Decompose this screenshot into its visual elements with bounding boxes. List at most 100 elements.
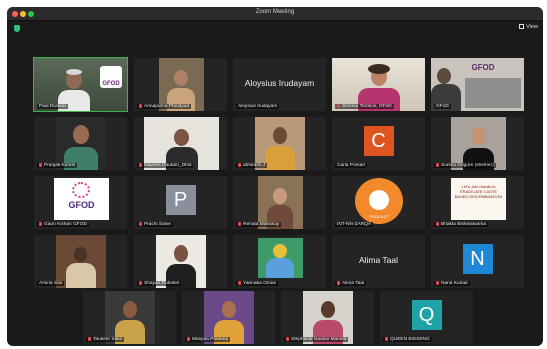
participant-head bbox=[174, 129, 189, 146]
video-tile[interactable]: Yannaba Oman bbox=[233, 235, 326, 288]
video-tile[interactable]: Aloysius Irudayam Aloysius Irudayam bbox=[233, 58, 326, 111]
participant-name: Bhakta Bishwakarma bbox=[441, 222, 487, 227]
video-tile[interactable]: C Carla Pomarl bbox=[332, 117, 425, 170]
muted-mic-icon bbox=[88, 337, 91, 341]
campaign-poster-text: Let's Join Hands to ERADICATE CASTE BASE… bbox=[454, 184, 503, 199]
participant-name: Carla Pomarl bbox=[337, 163, 365, 168]
video-tile[interactable]: Alima Taal Alima Taal bbox=[332, 235, 425, 288]
participant-name: INT-NN-ZARQA bbox=[337, 222, 372, 227]
participant-body bbox=[265, 146, 295, 170]
participant-name: Sunina Grigore (she/her) bbox=[441, 163, 494, 168]
muted-mic-icon bbox=[139, 281, 142, 285]
participant-name: Amina Sali bbox=[39, 281, 62, 286]
video-tile[interactable]: N Nand Kumar bbox=[431, 235, 524, 288]
participant-hair bbox=[66, 69, 82, 75]
gfod-logo: GFOD bbox=[100, 66, 122, 88]
participant-name: Simona Torotcoi, GFoD bbox=[342, 104, 392, 109]
participant-head bbox=[321, 301, 335, 318]
participant-head bbox=[123, 301, 137, 318]
window-title: Zoom Meeting bbox=[255, 9, 295, 15]
participant-name: Renata Mahasay bbox=[243, 222, 280, 227]
participant-name: QUEEN BISSENG bbox=[390, 337, 430, 342]
participant-video: GFOD bbox=[54, 178, 109, 220]
muted-mic-icon bbox=[385, 337, 388, 341]
video-tile[interactable]: Annapurna Pfaridyud bbox=[134, 58, 227, 111]
video-tile[interactable]: Sunina Grigore (she/her) bbox=[431, 117, 524, 170]
participant-head bbox=[471, 127, 486, 145]
video-tile[interactable]: Manjula Pradeep bbox=[182, 291, 275, 344]
participant-body bbox=[66, 263, 96, 288]
muted-mic-icon bbox=[187, 337, 190, 341]
participant-name: abhirami J bbox=[243, 163, 266, 168]
participant-name-display: Aloysius Irudayam bbox=[244, 78, 315, 88]
participant-head bbox=[73, 125, 89, 144]
participant-name: Yannaba Oman bbox=[243, 281, 277, 286]
muted-mic-icon bbox=[337, 281, 340, 285]
video-tile[interactable]: Amina Sali bbox=[34, 235, 127, 288]
participant-name: Paul Divakar bbox=[39, 104, 67, 109]
participant-hair bbox=[368, 64, 390, 74]
participant-name: Gaon Kishan GFOD bbox=[44, 222, 87, 227]
muted-mic-icon bbox=[238, 222, 241, 226]
muted-mic-icon bbox=[39, 163, 42, 167]
video-tile[interactable]: Renata Mahasay bbox=[233, 176, 326, 229]
video-tile[interactable]: Naveen Gautam_Dhol bbox=[134, 117, 227, 170]
participant-video: Let's Join Hands to ERADICATE CASTE BASE… bbox=[451, 178, 506, 220]
video-tile[interactable]: Pranjali Kureel bbox=[34, 117, 127, 170]
video-tile[interactable]: Stéphanie Nadine Mamba bbox=[281, 291, 374, 344]
participant-head bbox=[273, 127, 287, 144]
video-tile[interactable]: abhirami J bbox=[233, 117, 326, 170]
participant-name: Nand Kumar bbox=[441, 281, 468, 286]
participant-head bbox=[174, 245, 188, 262]
video-tile[interactable]: Shayan Robiden bbox=[134, 235, 227, 288]
participant-name: Prachi Salve bbox=[144, 222, 171, 227]
participant-head bbox=[74, 247, 87, 262]
video-tile[interactable]: GFOD Gaon Kishan GFOD bbox=[34, 176, 127, 229]
video-tile[interactable]: Simona Torotcoi, GFoD bbox=[332, 58, 425, 111]
participant-head bbox=[273, 188, 287, 204]
participant-name: Naveen Gautam_Dhol bbox=[144, 163, 192, 168]
gfod-logo-mark bbox=[72, 182, 90, 198]
participant-name: Manjula Pradeep bbox=[192, 337, 229, 342]
muted-mic-icon bbox=[436, 222, 439, 226]
participant-avatar: P bbox=[165, 185, 196, 215]
muted-mic-icon bbox=[286, 337, 289, 341]
title-bar: Zoom Meeting bbox=[7, 7, 543, 21]
muted-mic-icon bbox=[139, 104, 142, 108]
participant-avatar: N bbox=[462, 244, 493, 274]
security-shield-icon[interactable] bbox=[14, 25, 20, 32]
view-button[interactable]: View bbox=[519, 24, 538, 30]
participant-name-display: Alima Taal bbox=[358, 255, 399, 265]
video-tile[interactable]: GFOD GFoD bbox=[431, 58, 524, 111]
grid-view-icon bbox=[519, 24, 525, 30]
participant-head bbox=[222, 301, 236, 318]
muted-mic-icon bbox=[139, 163, 142, 167]
participant-video: PODCAST bbox=[355, 178, 403, 224]
participant-avatar: Q bbox=[411, 300, 442, 330]
participant-name: Annapurna Pfaridyud bbox=[144, 104, 190, 109]
video-tile[interactable]: PODCAST INT-NN-ZARQA bbox=[332, 176, 425, 229]
participant-name: GFoD bbox=[436, 104, 449, 109]
muted-mic-icon bbox=[337, 104, 340, 108]
participant-video bbox=[258, 238, 303, 278]
podcast-icon bbox=[369, 190, 389, 210]
participant-name: Shayan Robiden bbox=[144, 281, 180, 286]
participant-name: Taukeer Sakil bbox=[93, 337, 122, 342]
video-tile[interactable]: Let's Join Hands to ERADICATE CASTE BASE… bbox=[431, 176, 524, 229]
participant-name: Alima Taal bbox=[342, 281, 365, 286]
participant-name: Stéphanie Nadine Mamba bbox=[291, 337, 347, 342]
muted-mic-icon bbox=[436, 163, 439, 167]
muted-mic-icon bbox=[238, 163, 241, 167]
gfod-logo: GFOD bbox=[68, 200, 95, 210]
video-tile[interactable]: Q QUEEN BISSENG bbox=[380, 291, 473, 344]
participant-head bbox=[174, 70, 188, 86]
group-photo bbox=[465, 78, 521, 108]
video-tile[interactable]: GFOD Paul Divakar bbox=[33, 57, 128, 112]
muted-mic-icon bbox=[139, 222, 142, 226]
participant-body bbox=[266, 258, 294, 278]
video-tile[interactable]: P Prachi Salve bbox=[134, 176, 227, 229]
podcast-label: PODCAST bbox=[369, 214, 389, 219]
video-tile[interactable]: Taukeer Sakil bbox=[83, 291, 176, 344]
muted-mic-icon bbox=[238, 281, 241, 285]
zoom-window: Zoom Meeting View GFOD Paul Divakar Anna… bbox=[7, 7, 543, 346]
